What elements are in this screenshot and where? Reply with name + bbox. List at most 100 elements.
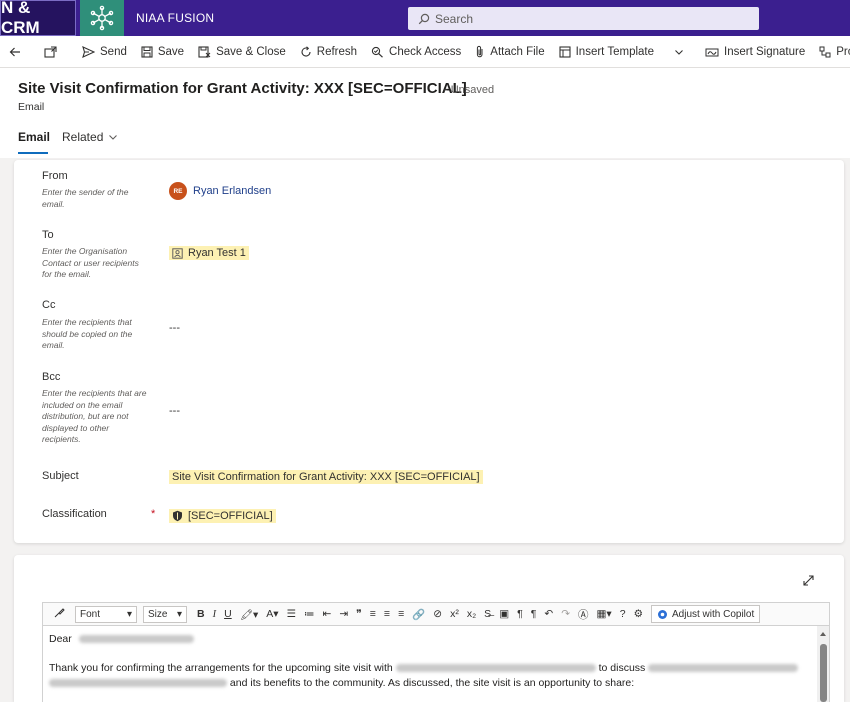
bcc-field[interactable]: ---: [169, 405, 180, 417]
save-close-button[interactable]: Save & Close: [191, 36, 293, 68]
body-line-1: Thank you for confirming the arrangement…: [49, 661, 799, 676]
font-select[interactable]: Font ▾: [75, 605, 137, 623]
editor-scrollbar[interactable]: [817, 626, 829, 702]
classification-field[interactable]: [SEC=OFFICIAL]: [169, 509, 276, 523]
refresh-button[interactable]: Refresh: [293, 36, 364, 68]
shield-icon: [173, 510, 182, 522]
align-left-icon[interactable]: ≡: [366, 608, 380, 620]
more-templates-dropdown[interactable]: [665, 36, 698, 68]
format-painter-icon[interactable]: [49, 607, 69, 622]
open-new-window-button[interactable]: [35, 36, 71, 68]
search-input[interactable]: Search: [408, 7, 759, 30]
template-icon: [559, 45, 571, 58]
bcc-hint: Enter the recipients that are included o…: [42, 388, 147, 444]
increase-indent-icon[interactable]: ⇥: [335, 608, 352, 620]
help-icon[interactable]: ?: [616, 608, 630, 620]
bcc-label: Bcc: [42, 371, 61, 383]
size-select-value: Size: [148, 608, 168, 620]
image-icon[interactable]: ▣: [495, 608, 513, 620]
to-hint: Enter the Organisation Contact or user r…: [42, 246, 139, 279]
scrollbar-thumb[interactable]: [820, 644, 827, 702]
chevron-down-icon: [675, 49, 683, 55]
back-button[interactable]: [0, 36, 35, 68]
chevron-down-icon: ▾: [126, 608, 132, 620]
check-access-icon: [371, 46, 383, 58]
tab-email[interactable]: Email: [18, 130, 50, 144]
undo-icon[interactable]: ↶: [540, 608, 557, 620]
to-field[interactable]: Ryan Test 1: [169, 246, 249, 260]
attach-file-button[interactable]: Attach File: [468, 36, 551, 68]
quote-icon[interactable]: ❞: [352, 608, 366, 620]
paperclip-icon: [477, 45, 483, 58]
copilot-icon: [657, 609, 667, 619]
save-status: - Unsaved: [444, 84, 495, 96]
italic-icon[interactable]: I: [209, 609, 221, 620]
attach-file-label: Attach File: [490, 45, 545, 58]
greeting-text: Dear: [49, 633, 72, 645]
send-button[interactable]: Send: [75, 36, 134, 68]
superscript-icon[interactable]: x²: [446, 608, 463, 620]
body-line-2: and its benefits to the community. As di…: [49, 676, 634, 691]
clear-format-icon[interactable]: Ⓐ: [574, 607, 593, 622]
subject-label: Subject: [42, 470, 79, 482]
email-body-editor[interactable]: Dear Thank you for confirming the arrang…: [42, 626, 830, 702]
ltr-icon[interactable]: ¶: [513, 608, 527, 620]
subscript-icon[interactable]: x₂: [463, 608, 480, 620]
active-tab-indicator: [18, 152, 48, 154]
app-name[interactable]: N & CRM: [0, 0, 76, 37]
check-access-label: Check Access: [389, 45, 462, 58]
expand-editor-button[interactable]: [803, 575, 814, 589]
chevron-down-icon: [109, 135, 118, 140]
classification-label: Classification: [42, 508, 107, 520]
page-title: Site Visit Confirmation for Grant Activi…: [18, 80, 467, 97]
rtl-icon[interactable]: ¶: [527, 608, 541, 620]
cc-hint: Enter the recipients that should be copi…: [42, 317, 133, 350]
from-hint: Enter the sender of the email.: [42, 187, 129, 209]
cc-field[interactable]: ---: [169, 322, 180, 334]
body-text-2b: and its benefits to the community. As di…: [229, 677, 635, 689]
settings-gear-icon[interactable]: ⚙: [630, 608, 647, 620]
app-logo-icon[interactable]: [80, 0, 124, 36]
redacted-text: [49, 679, 227, 688]
entity-name: Email: [18, 101, 45, 113]
tab-related-label: Related: [62, 130, 104, 144]
brand-name: NIAA FUSION: [136, 11, 215, 25]
link-icon[interactable]: 🔗: [408, 608, 429, 621]
from-field[interactable]: RE Ryan Erlandsen: [169, 182, 271, 200]
highlight-icon[interactable]: 🖍▾: [236, 608, 263, 621]
scroll-up-icon: [820, 632, 826, 636]
refresh-icon: [301, 45, 311, 57]
redacted-text: [78, 635, 194, 644]
save-close-label: Save & Close: [216, 45, 286, 58]
align-right-icon[interactable]: ≡: [394, 608, 408, 620]
redo-icon[interactable]: ↷: [557, 608, 574, 620]
contact-card-icon: [172, 247, 183, 259]
strikethrough-icon[interactable]: S̶: [480, 608, 495, 620]
save-button[interactable]: Save: [134, 36, 191, 68]
size-select[interactable]: Size ▾: [143, 605, 187, 623]
from-value[interactable]: Ryan Erlandsen: [193, 185, 271, 197]
align-center-icon[interactable]: ≡: [380, 608, 394, 620]
subject-field[interactable]: Site Visit Confirmation for Grant Activi…: [169, 470, 483, 484]
insert-signature-button[interactable]: Insert Signature: [698, 36, 812, 68]
unlink-icon[interactable]: ⊘: [429, 608, 446, 620]
process-button[interactable]: Process: [812, 36, 850, 68]
table-icon[interactable]: ▦▾: [593, 608, 616, 620]
adjust-with-copilot-button[interactable]: Adjust with Copilot: [650, 605, 761, 623]
record-header: Site Visit Confirmation for Grant Activi…: [0, 68, 850, 158]
chevron-down-icon: ▾: [176, 608, 182, 620]
bold-icon[interactable]: B: [193, 608, 209, 620]
font-color-icon[interactable]: A▾: [262, 608, 282, 620]
email-header-section: From Enter the sender of the email. RE R…: [14, 160, 844, 543]
save-close-icon: [198, 45, 211, 58]
tab-related[interactable]: Related: [62, 130, 118, 144]
classification-value: [SEC=OFFICIAL]: [188, 510, 273, 522]
send-label: Send: [100, 45, 127, 58]
check-access-button[interactable]: Check Access: [364, 36, 468, 68]
bulleted-list-icon[interactable]: ☰: [283, 608, 300, 620]
numbered-list-icon[interactable]: ≔: [300, 608, 319, 620]
redacted-text: [648, 664, 799, 673]
decrease-indent-icon[interactable]: ⇤: [319, 608, 336, 620]
underline-icon[interactable]: U: [220, 608, 236, 620]
insert-template-button[interactable]: Insert Template: [552, 36, 661, 68]
